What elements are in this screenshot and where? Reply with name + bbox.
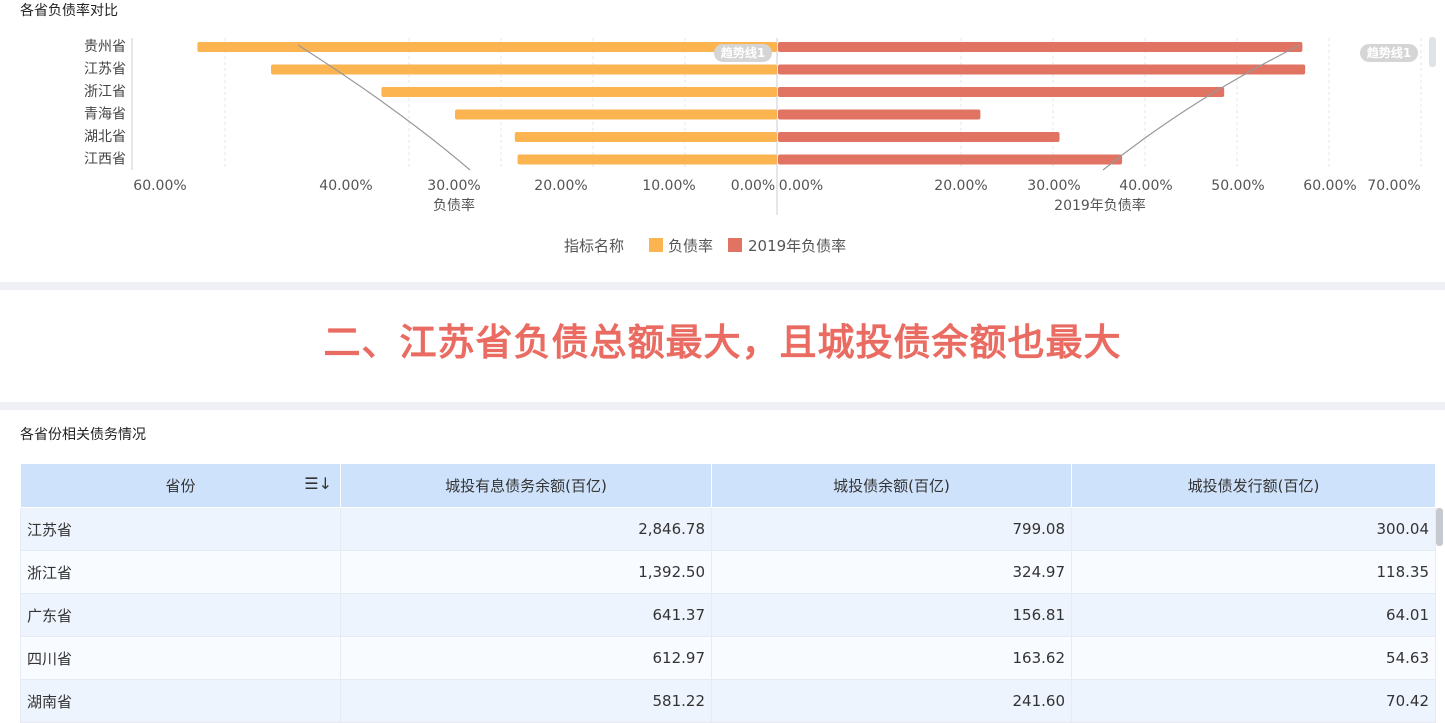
cell-province: 江苏省 <box>20 507 341 551</box>
cell-value: 54.63 <box>1071 636 1436 680</box>
cell-value: 300.04 <box>1071 507 1436 551</box>
chart-scrollbar[interactable] <box>1429 37 1436 67</box>
cell-value: 70.42 <box>1071 679 1436 723</box>
cell-province: 浙江省 <box>20 550 341 594</box>
headline-panel: 二、江苏省负债总额最大，且城投债余额也最大 <box>0 290 1445 402</box>
column-header-interest-debt[interactable]: 城投有息债务余额(百亿) <box>340 463 712 508</box>
x-tick-label: 0.00% <box>731 178 775 194</box>
panel-divider <box>0 402 1445 410</box>
legend-label-debt-ratio: 负债率 <box>668 237 713 255</box>
x-tick-label: 60.00% <box>1303 178 1356 194</box>
x-axis-title-right: 2019年负债率 <box>1054 197 1146 214</box>
category-label: 青海省 <box>84 107 126 123</box>
cell-value: 163.62 <box>711 636 1072 680</box>
column-header-label: 城投债发行额(百亿) <box>1187 477 1320 495</box>
headline-text: 二、江苏省负债总额最大，且城投债余额也最大 <box>323 321 1122 364</box>
column-header-bond-issuance[interactable]: 城投债发行额(百亿) <box>1071 463 1436 508</box>
legend-title: 指标名称 <box>564 237 624 255</box>
x-tick-label: 0.00% <box>779 178 823 194</box>
x-tick-label: 60.00% <box>133 178 186 194</box>
cell-province: 广东省 <box>20 593 341 637</box>
legend-swatch-debt-ratio <box>649 238 663 252</box>
bar-debt-ratio-2019 <box>778 132 1060 142</box>
x-tick-label: 50.00% <box>1211 178 1264 194</box>
debt-table: 省份 ☰↓ 城投有息债务余额(百亿) 城投债余额(百亿) 城投债发行额(百亿) … <box>20 463 1436 723</box>
cell-province: 四川省 <box>20 636 341 680</box>
table-row[interactable]: 浙江省 1,392.50 324.97 118.35 <box>20 550 1436 594</box>
bar-debt-ratio <box>514 132 777 142</box>
column-header-province[interactable]: 省份 ☰↓ <box>20 463 341 508</box>
bar-debt-ratio-2019 <box>778 87 1225 97</box>
cell-value: 324.97 <box>711 550 1072 594</box>
x-tick-label: 10.00% <box>642 178 695 194</box>
trend-label-left: 趋势线1 <box>721 45 765 60</box>
table-row[interactable]: 四川省 612.97 163.62 54.63 <box>20 636 1436 680</box>
cell-value: 118.35 <box>1071 550 1436 594</box>
cell-value: 641.37 <box>340 593 712 637</box>
legend-swatch-debt-ratio-2019 <box>728 238 742 252</box>
x-axis-title-left: 负债率 <box>433 197 475 214</box>
x-tick-label: 70.00% <box>1367 178 1420 194</box>
table-title: 各省份相关债务情况 <box>20 427 146 443</box>
cell-province: 湖南省 <box>20 679 341 723</box>
category-label: 江西省 <box>84 152 126 168</box>
category-label: 湖北省 <box>84 129 126 145</box>
x-tick-label: 40.00% <box>319 178 372 194</box>
cell-value: 581.22 <box>340 679 712 723</box>
column-header-label: 城投有息债务余额(百亿) <box>445 477 607 495</box>
table-scrollbar[interactable] <box>1436 508 1443 546</box>
x-tick-label: 40.00% <box>1119 178 1172 194</box>
x-tick-label: 20.00% <box>534 178 587 194</box>
chart-panel: 各省负债率对比 贵州省 江苏省 浙江省 青海省 湖北省 江西省 趋势线1 趋势线1 60.00%… <box>0 0 1445 282</box>
table-row[interactable]: 江苏省 2,846.78 799.08 300.04 <box>20 507 1436 551</box>
x-tick-label: 30.00% <box>427 178 480 194</box>
cell-value: 612.97 <box>340 636 712 680</box>
debt-ratio-chart: 贵州省江苏省浙江省青海省湖北省江西省 趋势线1 趋势线1 60.00% 40.00% 30… <box>84 38 1422 255</box>
bar-debt-ratio-2019 <box>778 154 1123 165</box>
bar-debt-ratio <box>381 87 777 97</box>
category-label: 贵州省 <box>84 39 126 55</box>
bar-debt-ratio <box>455 109 777 120</box>
column-header-label: 城投债余额(百亿) <box>833 477 950 495</box>
panel-divider <box>0 282 1445 290</box>
table-row[interactable]: 湖南省 581.22 241.60 70.42 <box>20 679 1436 723</box>
trend-label-right: 趋势线1 <box>1367 45 1411 60</box>
bar-debt-ratio-2019 <box>778 42 1303 52</box>
bar-debt-ratio <box>197 42 777 52</box>
cell-value: 1,392.50 <box>340 550 712 594</box>
bar-debt-ratio-2019 <box>778 109 981 120</box>
bar-debt-ratio <box>271 64 777 75</box>
cell-value: 799.08 <box>711 507 1072 551</box>
legend-label-debt-ratio-2019: 2019年负债率 <box>748 237 846 255</box>
trend-line-right <box>1102 44 1301 171</box>
column-header-bond-balance[interactable]: 城投债余额(百亿) <box>711 463 1072 508</box>
table-row[interactable]: 广东省 641.37 156.81 64.01 <box>20 593 1436 637</box>
cell-value: 156.81 <box>711 593 1072 637</box>
x-tick-label: 20.00% <box>934 178 987 194</box>
category-label: 浙江省 <box>84 84 126 100</box>
trend-line-left <box>297 44 471 171</box>
table-header-row: 省份 ☰↓ 城投有息债务余额(百亿) 城投债余额(百亿) 城投债发行额(百亿) <box>20 463 1436 508</box>
sort-icon[interactable]: ☰↓ <box>304 474 332 493</box>
bar-debt-ratio <box>517 154 777 165</box>
table-panel: 各省份相关债务情况 省份 ☰↓ 城投有息债务余额(百亿) 城投债余额(百亿) 城… <box>0 410 1445 723</box>
cell-value: 2,846.78 <box>340 507 712 551</box>
category-label: 江苏省 <box>84 62 126 78</box>
bar-debt-ratio-2019 <box>778 64 1306 75</box>
cell-value: 241.60 <box>711 679 1072 723</box>
cell-value: 64.01 <box>1071 593 1436 637</box>
column-header-label: 省份 <box>165 477 196 495</box>
x-tick-label: 30.00% <box>1027 178 1080 194</box>
